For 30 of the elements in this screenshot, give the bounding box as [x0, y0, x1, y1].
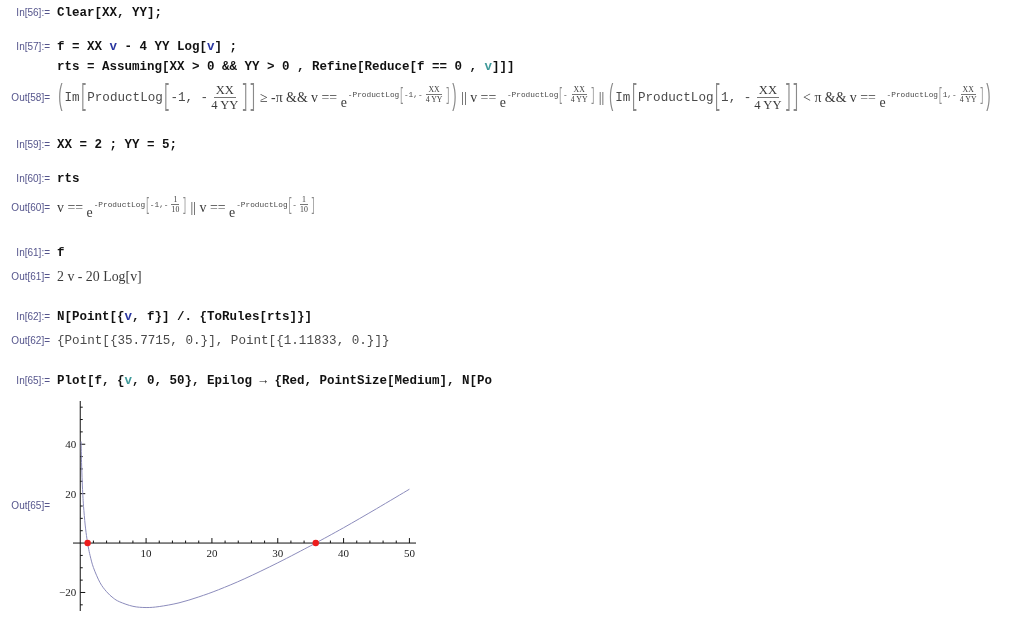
cell-label: Out[62]= [10, 334, 50, 349]
cell-label: Out[60]= [10, 201, 50, 216]
input-code[interactable]: Plot[f, {v, 0, 50}, Epilog → {Red, PointSize[Medium], N[Po [57, 371, 493, 392]
axis-tick-label: 20 [65, 487, 77, 500]
cell-label: Out[61]= [10, 270, 50, 285]
cell-label: In[61]:= [15, 246, 50, 261]
axis-tick-label: −20 [59, 586, 77, 599]
input-code[interactable]: f = XX v - 4 YY Log[v] ; [57, 37, 515, 57]
cell-label: In[59]:= [15, 137, 50, 152]
cell-label: Out[65]= [10, 499, 50, 514]
input-code[interactable]: XX = 2 ; YY = 5; [57, 134, 178, 155]
cell-label: Out[58]= [10, 90, 50, 105]
axis-tick-label: 20 [206, 547, 218, 560]
input-code[interactable]: rts = Assuming[XX > 0 && YY > 0 , Refine[Reduce[f == 0 , v]]] [57, 57, 515, 77]
input-code[interactable]: f [57, 243, 65, 264]
output-expression: {Point[{35.7715, 0.}], Point[{1.11833, 0.}]} [57, 333, 390, 351]
axis-tick-label: 10 [140, 547, 152, 560]
input-code[interactable]: Clear[XX, YY]; [57, 3, 163, 23]
axis-tick-label: 30 [272, 547, 284, 560]
input-code[interactable]: rts [57, 168, 80, 189]
cell-label: In[57]:= [15, 40, 50, 54]
cell-label: In[62]:= [15, 310, 50, 325]
cell-label: In[60]:= [15, 171, 50, 186]
cell-label: In[65]:= [15, 374, 50, 389]
cell-label: In[56]:= [15, 6, 50, 20]
output-expression: 2 v - 20 Log[v] [57, 268, 142, 287]
axis-tick-label: 50 [403, 547, 415, 560]
input-code[interactable]: N[Point[{v, f}] /. {ToRules[rts]}] [57, 307, 313, 328]
axis-tick-label: 40 [338, 547, 350, 560]
axis-tick-label: 40 [65, 438, 77, 451]
